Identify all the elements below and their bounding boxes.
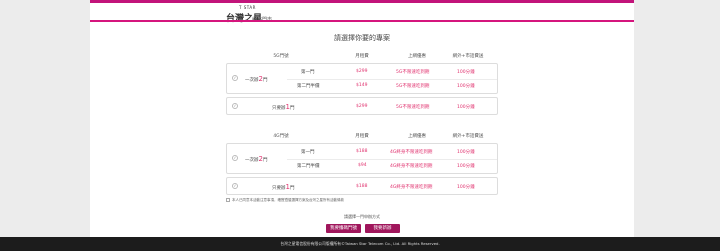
single-price: $188 [356, 184, 368, 189]
page-title: 請選擇你要的專案 [334, 34, 390, 42]
check-icon[interactable]: ✓ [232, 183, 238, 189]
plan-5g-single-option[interactable]: ✓ 只要辦1門 $299 5G不限速吃到飽 100分鐘 [226, 97, 498, 115]
row-divider [287, 159, 497, 160]
bundle-label: 一次辦2門 [245, 75, 268, 83]
line1-internet: 4G終身不限速吃到飽 [390, 150, 433, 155]
agreement-checkbox[interactable] [226, 198, 230, 202]
bundle-label: 一次辦2門 [245, 155, 268, 163]
plan-4g-bundle-option[interactable]: ✓ 一次辦2門 第一門 $188 4G終身不限速吃到飽 100分鐘 第二門半價 … [226, 143, 498, 174]
col-calls-5g: 網外+市話費送 [452, 54, 484, 59]
plan-5g-bundle-option[interactable]: ✓ 一次辦2門 第一門 $299 5G不限速吃到飽 100分鐘 第二門半價 $1… [226, 63, 498, 94]
line2-calls: 100分鐘 [457, 164, 475, 169]
check-icon[interactable]: ✓ [232, 103, 238, 109]
top-accent-bar [90, 0, 634, 3]
line1-label: 第一門 [301, 150, 315, 155]
agreement-text: 本人已同意本活動注意事項，確實遵循選擇方案及台灣之星所有活動條款 [232, 198, 344, 202]
line1-calls: 100分鐘 [457, 70, 475, 75]
footer-copyright: 台灣之星電信股份有限公司版權所有©Taiwan Star Telecom Co.… [0, 237, 720, 251]
line1-label: 第一門 [301, 70, 315, 75]
single-label: 只要辦1門 [272, 103, 295, 111]
main-frame: T STAR 台灣之星 網路門市 請選擇你要的專案 5G門號 月租費 上網優惠 … [90, 0, 634, 237]
single-internet: 4G終身不限速吃到飽 [390, 185, 433, 190]
line1-price: $299 [356, 69, 368, 74]
check-icon[interactable]: ✓ [232, 75, 238, 81]
plan-4g-single-option[interactable]: ✓ 只要辦1門 $188 4G終身不限速吃到飽 100分鐘 [226, 177, 498, 195]
plan-4g-title: 4G門號 [273, 134, 289, 139]
agreement-note[interactable]: 本人已同意本活動注意事項，確實遵循選擇方案及台灣之星所有活動條款 [226, 198, 344, 203]
single-internet: 5G不限速吃到飽 [396, 105, 430, 110]
single-calls: 100分鐘 [457, 185, 475, 190]
plan-5g-title: 5G門號 [273, 54, 289, 59]
line2-label: 第二門半價 [297, 84, 320, 89]
confirm-prompt: 請選擇一門申辦方式 [344, 214, 380, 219]
single-price: $299 [356, 104, 368, 109]
line2-internet: 4G終身不限速吃到飽 [390, 164, 433, 169]
line1-internet: 5G不限速吃到飽 [396, 70, 430, 75]
line2-calls: 100分鐘 [457, 84, 475, 89]
col-monthly-5g: 月租費 [355, 54, 369, 59]
header-divider [90, 20, 634, 22]
single-label: 只要辦1門 [272, 183, 295, 191]
col-calls-4g: 網外+市話費送 [452, 134, 484, 139]
check-icon[interactable]: ✓ [232, 155, 238, 161]
line2-label: 第二門半價 [297, 164, 320, 169]
row-divider [287, 79, 497, 80]
line1-price: $188 [356, 149, 368, 154]
single-calls: 100分鐘 [457, 105, 475, 110]
col-monthly-4g: 月租費 [355, 134, 369, 139]
line1-calls: 100分鐘 [457, 150, 475, 155]
line2-price: $149 [356, 83, 368, 88]
line2-price: $94 [358, 163, 367, 168]
number-transfer-button[interactable]: 我要攜碼門號 [326, 224, 361, 233]
logo-english: T STAR [239, 5, 256, 10]
new-number-button[interactable]: 我要新辦 [365, 224, 400, 233]
line2-internet: 5G不限速吃到飽 [396, 84, 430, 89]
